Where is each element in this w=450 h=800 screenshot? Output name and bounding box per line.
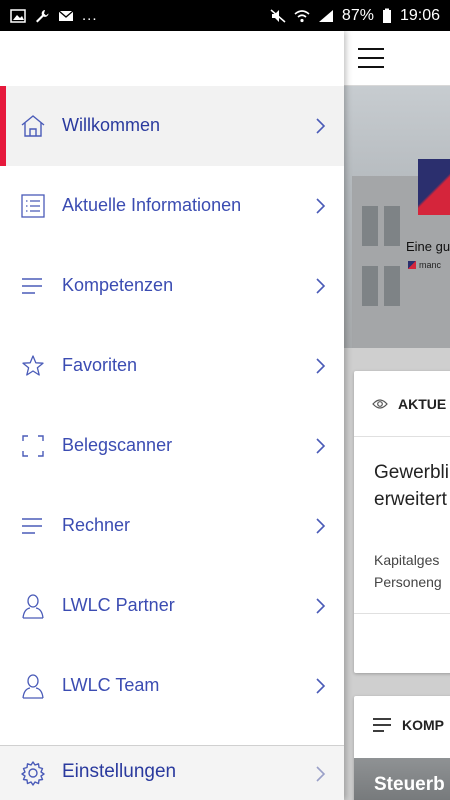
- drawer-item-label: Aktuelle Informationen: [62, 195, 242, 215]
- drawer-header: [0, 31, 344, 86]
- signal-icon: [318, 9, 333, 22]
- wifi-icon: [294, 9, 310, 22]
- clock: 19:06: [399, 6, 440, 24]
- status-bar-right: 87% 19:06: [270, 7, 440, 25]
- scan-frame-icon: [22, 435, 44, 457]
- hero-window: [384, 206, 400, 246]
- person-icon: [22, 674, 44, 699]
- wrench-notification-icon: [36, 9, 49, 22]
- competence-card-header: KOMP: [354, 696, 450, 754]
- hero-window: [384, 266, 400, 306]
- news-card-title: Gewerbli erweitert: [374, 459, 449, 513]
- mute-icon: [270, 8, 286, 23]
- drawer-item-label: Belegscanner: [62, 435, 173, 455]
- lines-icon: [373, 718, 391, 732]
- chevron-right-icon: [316, 438, 326, 454]
- person-icon: [22, 594, 44, 619]
- battery-percentage: 87%: [341, 6, 374, 24]
- news-card[interactable]: AKTUE Gewerbli erweitert Kapitalges Pers…: [354, 371, 450, 673]
- more-notifications-indicator: ...: [82, 7, 98, 24]
- chevron-right-icon: [316, 198, 326, 214]
- drawer-item-rechner[interactable]: Rechner: [0, 486, 344, 566]
- status-bar: ... 87% 19:06: [0, 0, 450, 31]
- home-icon: [21, 115, 45, 137]
- chevron-right-icon: [316, 766, 326, 782]
- eye-icon: [372, 398, 388, 409]
- chevron-right-icon: [316, 598, 326, 614]
- chevron-right-icon: [316, 118, 326, 134]
- drawer-item-favoriten[interactable]: Favoriten: [0, 326, 344, 406]
- drawer-item-kompetenzen[interactable]: Kompetenzen: [0, 246, 344, 326]
- chevron-right-icon: [316, 518, 326, 534]
- hero-tagline: Eine gu: [406, 239, 450, 254]
- image-notification-icon: [10, 8, 26, 23]
- company-logo: [418, 159, 450, 215]
- news-card-divider: [354, 613, 450, 614]
- hero-brand: manc: [408, 260, 441, 270]
- drawer-item-label: Kompetenzen: [62, 275, 174, 295]
- competence-card[interactable]: KOMP Steuerb: [354, 696, 450, 800]
- drawer-item-belegscanner[interactable]: Belegscanner: [0, 406, 344, 486]
- drawer-item-lwlc-team[interactable]: LWLC Team: [0, 646, 344, 726]
- hamburger-menu-icon[interactable]: [358, 48, 384, 68]
- drawer-item-label: Favoriten: [62, 355, 138, 375]
- status-bar-left: ...: [10, 7, 98, 24]
- app-toolbar: [344, 31, 450, 86]
- news-card-text-line1: Kapitalges: [374, 552, 440, 568]
- chevron-right-icon: [316, 678, 326, 694]
- chevron-right-icon: [316, 278, 326, 294]
- navigation-drawer: Willkommen Aktuelle Informationen Kompeten…: [0, 31, 344, 800]
- hero-window: [362, 206, 378, 246]
- news-card-title-line1: Gewerbli: [374, 462, 449, 483]
- news-card-text: Kapitalges Personeng: [374, 549, 442, 593]
- hero-banner: Eine gu manc: [344, 86, 450, 348]
- drawer-item-label: Rechner: [62, 515, 131, 535]
- brand-flag-icon: [408, 261, 416, 269]
- lines-icon: [22, 518, 42, 534]
- battery-icon: [382, 8, 391, 23]
- chevron-right-icon: [316, 358, 326, 374]
- news-card-header-title: AKTUE: [398, 395, 447, 412]
- settings-label: Einstellungen: [62, 761, 177, 782]
- drawer-item-label: LWLC Partner: [62, 595, 175, 615]
- drawer-item-aktuelle-informationen[interactable]: Aktuelle Informationen: [0, 166, 344, 246]
- competence-card-image-text: Steuerb: [374, 774, 445, 795]
- drawer-item-lwlc-partner[interactable]: LWLC Partner: [0, 566, 344, 646]
- news-card-title-line2: erweitert: [374, 489, 447, 510]
- drawer-item-willkommen[interactable]: Willkommen: [0, 86, 344, 166]
- star-icon: [22, 355, 44, 376]
- mail-notification-icon: [58, 10, 74, 21]
- lines-icon: [22, 278, 42, 294]
- gear-icon: [21, 761, 45, 786]
- settings-item[interactable]: Einstellungen: [0, 745, 344, 800]
- hero-window: [362, 266, 378, 306]
- competence-card-header-title: KOMP: [402, 717, 444, 733]
- hero-brand-text: manc: [419, 260, 442, 270]
- list-icon: [21, 194, 45, 218]
- drawer-item-label: Willkommen: [62, 115, 161, 135]
- news-card-text-line2: Personeng: [374, 574, 442, 590]
- news-card-header: AKTUE: [354, 371, 450, 437]
- drawer-item-label: LWLC Team: [62, 675, 160, 695]
